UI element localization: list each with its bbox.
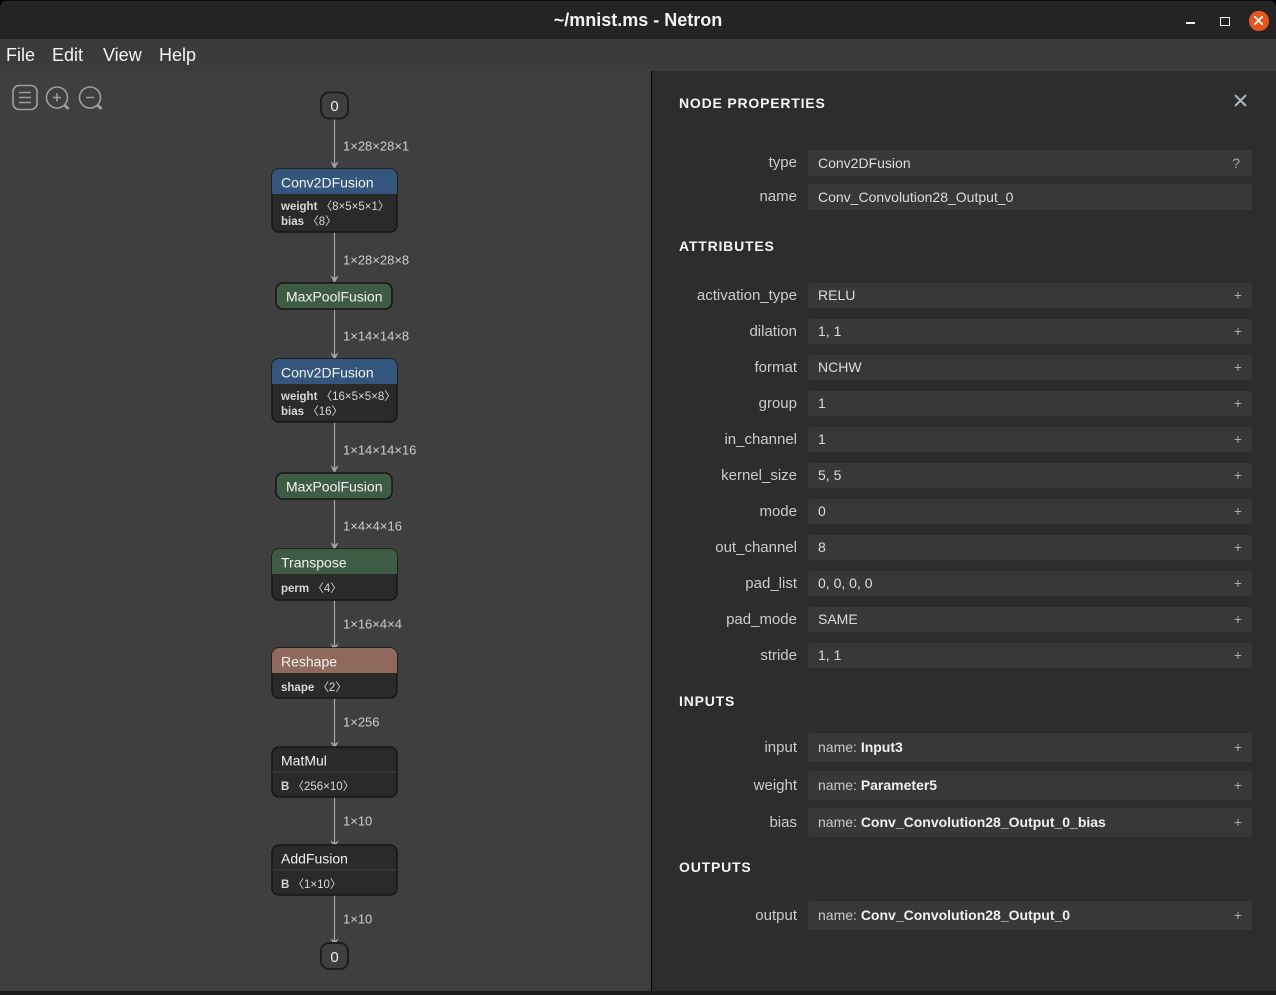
svg-text:0: 0 — [330, 98, 338, 115]
svg-text:0: 0 — [330, 949, 338, 966]
svg-text:1×4×4×16: 1×4×4×16 — [343, 519, 402, 534]
svg-text:B 〈256×10〉: B 〈256×10〉 — [281, 780, 354, 793]
svg-text:Conv2DFusion: Conv2DFusion — [281, 175, 374, 191]
svg-text:shape 〈2〉: shape 〈2〉 — [281, 681, 347, 694]
svg-text:1×10: 1×10 — [343, 912, 372, 927]
svg-text:weight 〈16×5×5×8〉: weight 〈16×5×5×8〉 — [280, 390, 396, 403]
svg-text:bias 〈16〉: bias 〈16〉 — [281, 405, 343, 418]
svg-text:1×28×28×1: 1×28×28×1 — [343, 139, 409, 154]
svg-text:bias 〈8〉: bias 〈8〉 — [281, 215, 337, 228]
svg-text:1×256: 1×256 — [343, 715, 380, 730]
svg-text:AddFusion: AddFusion — [281, 851, 348, 867]
svg-text:perm 〈4〉: perm 〈4〉 — [281, 582, 342, 595]
svg-text:Conv2DFusion: Conv2DFusion — [281, 365, 374, 381]
svg-text:1×16×4×4: 1×16×4×4 — [343, 617, 402, 632]
svg-text:Reshape: Reshape — [281, 654, 337, 670]
svg-text:weight 〈8×5×5×1〉: weight 〈8×5×5×1〉 — [280, 200, 389, 213]
svg-text:B 〈1×10〉: B 〈1×10〉 — [281, 878, 341, 891]
svg-text:MaxPoolFusion: MaxPoolFusion — [286, 289, 383, 305]
svg-text:1×14×14×16: 1×14×14×16 — [343, 443, 416, 458]
svg-text:Transpose: Transpose — [281, 555, 347, 571]
svg-text:1×10: 1×10 — [343, 814, 372, 829]
svg-text:1×14×14×8: 1×14×14×8 — [343, 329, 409, 344]
svg-text:MaxPoolFusion: MaxPoolFusion — [286, 479, 383, 495]
svg-text:1×28×28×8: 1×28×28×8 — [343, 253, 409, 268]
svg-text:MatMul: MatMul — [281, 753, 327, 769]
